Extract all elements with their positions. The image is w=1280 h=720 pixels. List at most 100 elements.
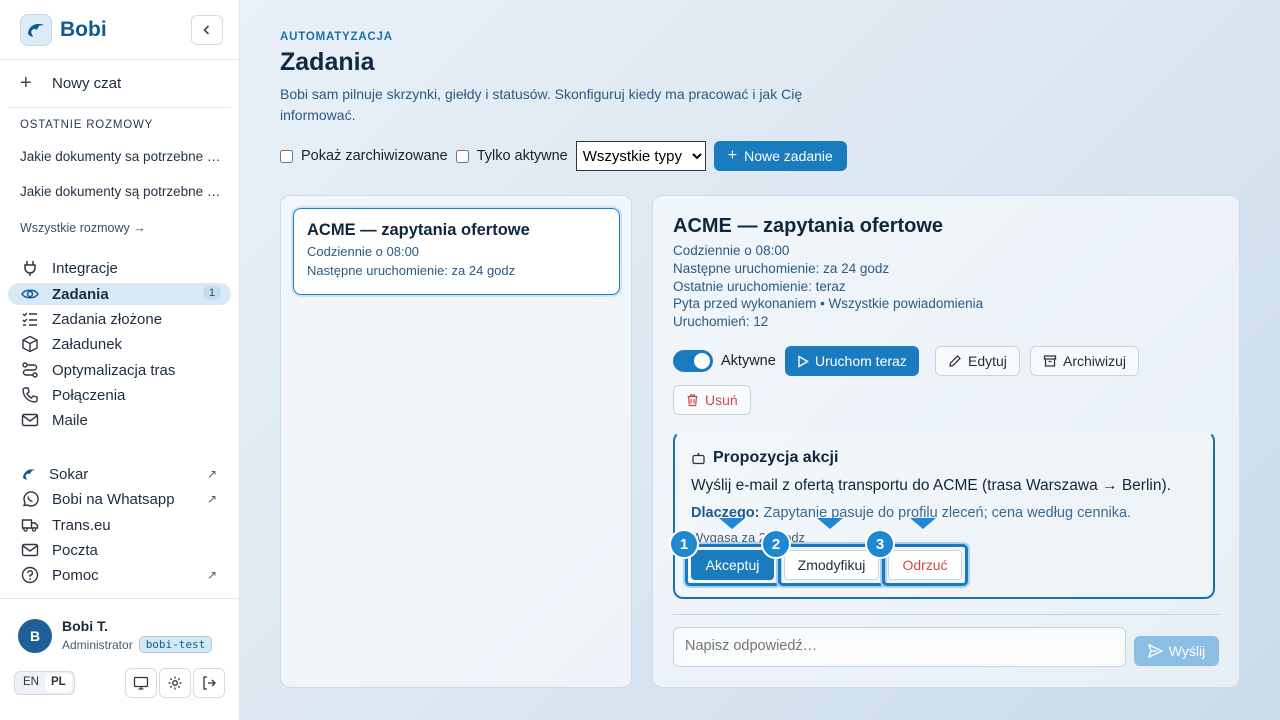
gear-icon <box>168 676 182 690</box>
divider <box>673 614 1219 615</box>
pointer-marker <box>910 518 936 529</box>
sidebar: Bobi + Nowy czat OSTATNIE ROZMOWY Jakie … <box>0 0 240 720</box>
task-list-panel: ACME — zapytania ofertowe Codziennie o 0… <box>280 195 632 688</box>
delete-label: Usuń <box>705 392 738 408</box>
sidebar-link-sokar[interactable]: Sokar ↗ <box>8 463 231 485</box>
sidebar-link-whatsapp[interactable]: Bobi na Whatsapp ↗ <box>8 488 231 510</box>
sidebar-item-label: Sokar <box>49 465 89 483</box>
whatsapp-icon <box>20 489 40 509</box>
plus-icon: + <box>20 72 32 94</box>
sidebar-item-zaladunek[interactable]: Załadunek <box>8 333 231 355</box>
task-card[interactable]: ACME — zapytania ofertowe Codziennie o 0… <box>293 208 620 295</box>
sidebar-item-optymalizacja-tras[interactable]: Optymalizacja tras <box>8 359 231 381</box>
lang-en-option[interactable]: EN <box>17 674 45 692</box>
page-title: Zadania <box>280 48 375 76</box>
environment-badge: bobi-test <box>138 636 213 653</box>
sidebar-link-pomoc[interactable]: Pomoc ↗ <box>8 564 231 586</box>
edit-button[interactable]: Edytuj <box>935 346 1020 376</box>
sidebar-item-polaczenia[interactable]: Połączenia <box>8 384 231 406</box>
sidebar-item-zadania[interactable]: Zadania 1 <box>8 283 231 305</box>
plus-icon: + <box>727 147 738 164</box>
settings-button[interactable] <box>159 668 191 698</box>
sidebar-item-label: Poczta <box>52 541 98 559</box>
accept-button[interactable]: Akceptuj <box>691 550 774 580</box>
only-active-checkbox[interactable] <box>455 149 469 163</box>
sidebar-item-label: Maile <box>52 411 88 429</box>
recent-chat-item[interactable]: Jakie dokumenty są potrzebne … <box>20 184 225 199</box>
sidebar-item-label: Integracje <box>52 259 118 277</box>
pencil-icon <box>949 355 961 367</box>
task-schedule: Codziennie o 08:00 <box>307 244 420 259</box>
count-badge: 1 <box>202 286 221 300</box>
chevron-left-icon <box>203 25 210 35</box>
plug-icon <box>20 258 40 278</box>
step-marker: 2 <box>761 529 791 559</box>
modify-button[interactable]: Zmodyfikuj <box>784 550 879 580</box>
run-now-button[interactable]: Uruchom teraz <box>785 346 919 376</box>
lang-pl-option[interactable]: PL <box>44 674 72 692</box>
active-switch[interactable] <box>673 350 713 372</box>
reject-button[interactable]: Odrzuć <box>888 550 962 580</box>
delete-button[interactable]: Usuń <box>673 385 751 415</box>
new-task-button[interactable]: + Nowe zadanie <box>713 141 847 171</box>
sidebar-item-label: Zadania złożone <box>52 310 163 328</box>
sidebar-item-label: Optymalizacja tras <box>52 361 176 379</box>
active-toggle[interactable]: Aktywne <box>673 350 776 372</box>
sidebar-item-label: Załadunek <box>52 335 123 353</box>
display-button[interactable] <box>125 668 157 698</box>
detail-last-run: Ostatnie uruchomienie: teraz <box>673 279 846 294</box>
run-now-label: Uruchom teraz <box>815 353 907 369</box>
show-archived-filter[interactable]: Pokaż zarchiwizowane <box>280 148 448 164</box>
archive-button[interactable]: Archiwizuj <box>1030 346 1140 376</box>
reply-input[interactable] <box>673 627 1126 667</box>
sidebar-item-maile[interactable]: Maile <box>8 409 231 431</box>
archive-label: Archiwizuj <box>1063 353 1127 369</box>
sidebar-item-label: Zadania <box>52 285 109 303</box>
sidebar-link-trans-eu[interactable]: Trans.eu <box>8 514 231 536</box>
user-name: Bobi T. <box>62 618 108 634</box>
sidebar-item-label: Pomoc <box>52 566 99 584</box>
mail-icon <box>20 410 40 430</box>
sidebar-item-label: Połączenia <box>52 386 126 404</box>
avatar: B <box>18 618 52 653</box>
show-archived-checkbox[interactable] <box>280 149 293 163</box>
collapse-sidebar-button[interactable] <box>191 15 223 45</box>
new-chat-button[interactable]: + Nowy czat <box>20 72 121 94</box>
section-eyebrow: AUTOMATYZACJA <box>280 31 393 43</box>
send-button[interactable]: Wyślij <box>1134 636 1219 666</box>
package-icon <box>20 334 40 354</box>
truck-icon <box>20 515 40 535</box>
active-label: Aktywne <box>721 353 776 369</box>
main-content: AUTOMATYZACJA Zadania Bobi sam pilnuje s… <box>240 0 1280 720</box>
brand[interactable]: Bobi <box>20 14 107 46</box>
sokar-logo-icon <box>20 464 37 484</box>
trash-icon <box>687 394 698 407</box>
action-proposal-card: Propozycja akcji Wyślij e-mail z ofertą … <box>669 431 1215 599</box>
task-type-select[interactable]: Wszystkie typy <box>575 141 706 171</box>
mail-icon <box>20 540 40 560</box>
logout-button[interactable] <box>193 668 225 698</box>
send-label: Wyślij <box>1168 643 1206 659</box>
proposal-title: Propozycja akcji <box>713 449 839 466</box>
language-toggle[interactable]: EN PL <box>14 671 75 695</box>
task-next-run: Następne uruchomienie: za 24 godz <box>307 263 516 278</box>
sidebar-link-poczta[interactable]: Poczta <box>8 539 231 561</box>
only-active-filter[interactable]: Tylko aktywne <box>455 148 568 164</box>
detail-run-count: Uruchomień: 12 <box>673 314 769 329</box>
robot-icon <box>692 452 705 464</box>
user-profile[interactable]: B Bobi T. Administrator bobi-test <box>18 618 213 653</box>
sidebar-item-zadania-zlozone[interactable]: Zadania złożone <box>8 308 231 330</box>
route-icon <box>20 360 40 380</box>
eye-icon <box>20 284 40 304</box>
page-description: Bobi sam pilnuje skrzynki, giełdy i stat… <box>280 86 803 123</box>
dolphin-logo-icon <box>20 14 52 46</box>
divider <box>0 59 239 60</box>
pointer-marker <box>719 518 745 529</box>
recent-chat-item[interactable]: Jakie dokumenty sa potrzebne … <box>20 149 225 164</box>
only-active-label: Tylko aktywne <box>476 148 568 164</box>
sidebar-item-integracje[interactable]: Integracje <box>8 257 231 279</box>
play-icon <box>798 354 809 368</box>
show-archived-label: Pokaż zarchiwizowane <box>301 148 448 164</box>
task-title: ACME — zapytania ofertowe <box>307 221 530 239</box>
all-chats-link[interactable]: Wszystkie rozmowy → <box>20 221 146 235</box>
